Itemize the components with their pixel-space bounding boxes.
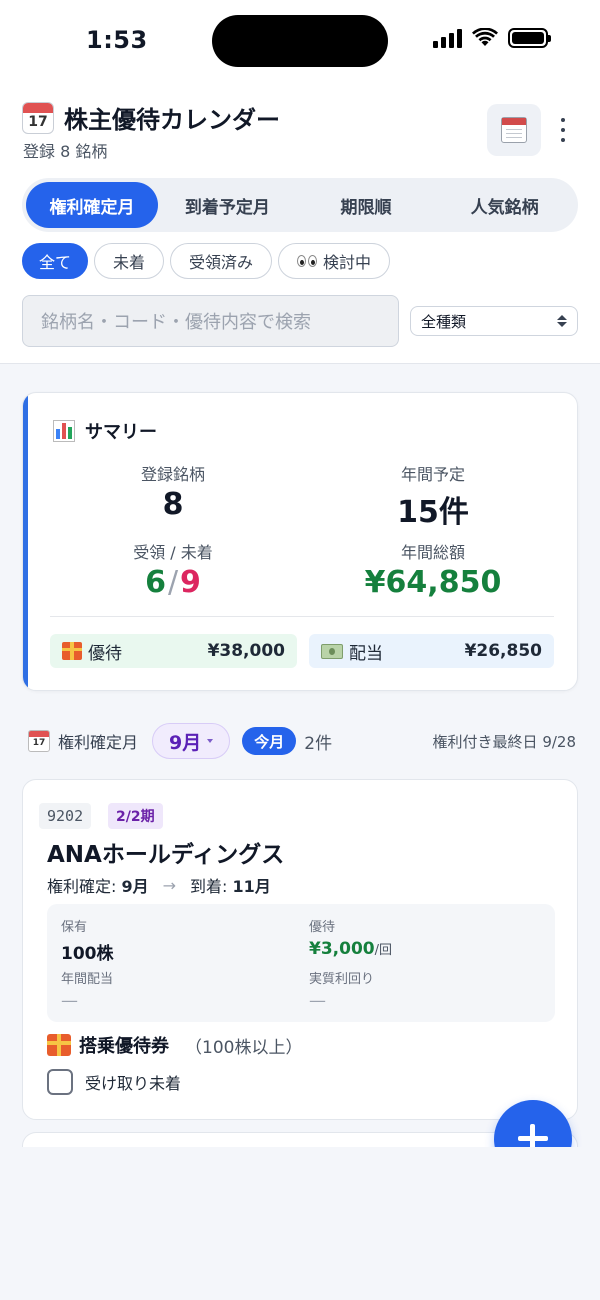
benefit-condition: （100株以上） — [185, 1037, 303, 1058]
annual-dividend-info: 年間配当 — — [61, 972, 114, 1011]
type-select-value: 全種類 — [421, 312, 467, 331]
more-menu-icon[interactable] — [553, 118, 573, 142]
tab-record-month[interactable]: 権利確定月 — [26, 182, 158, 228]
stock-card[interactable]: 9202 2/2期 ANAホールディングス 権利確定: 9月 → 到着: 11月… — [22, 779, 578, 1120]
this-month-button[interactable]: 今月 — [242, 727, 297, 755]
filter-received[interactable]: 受領済み — [170, 243, 273, 279]
stock-info: 保有 100株 優待 ¥3,000/回 年間配当 — 実質利回り — — [47, 904, 555, 1022]
select-chevron-icon — [557, 315, 567, 327]
stat-registered: 登録銘柄 8 — [140, 465, 205, 522]
money-bill-icon — [321, 643, 343, 659]
month-count: 2件 — [304, 733, 333, 754]
yutai-total: 優待 ¥38,000 — [50, 634, 297, 668]
search-input[interactable]: 銘柄名・コード・優待内容で検索 — [22, 295, 399, 347]
wifi-icon — [472, 28, 498, 46]
status-bar: 1:53 — [0, 0, 600, 82]
stat-annual: 年間予定 15件 — [397, 465, 469, 530]
calendar-icon: 17 — [28, 730, 50, 752]
summary-title: サマリー — [53, 418, 157, 444]
tab-popular[interactable]: 人気銘柄 — [435, 182, 574, 228]
calendar-view-button[interactable] — [487, 104, 541, 156]
benefit-row: 搭乗優待券 （100株以上） — [47, 1032, 302, 1058]
benefit-name: 搭乗優待券 — [79, 1036, 169, 1057]
signal-icon — [433, 28, 462, 48]
status-filters: 全て 未着 受領済み 検討中 — [22, 243, 391, 279]
received-count: 6 — [145, 565, 166, 600]
last-rights-day: 権利付き最終日 9/28 — [432, 732, 576, 751]
received-toggle[interactable]: 受け取り未着 — [47, 1069, 181, 1095]
empty-area — [0, 1147, 600, 1300]
stock-dates: 権利確定: 9月 → 到着: 11月 — [47, 875, 271, 897]
bar-chart-icon — [53, 420, 75, 442]
status-time: 1:53 — [86, 26, 148, 54]
app-header: 17 株主優待カレンダー 登録 8 銘柄 権利確定月 到着予定月 期限順 人気銘… — [0, 82, 600, 364]
title-row: 17 株主優待カレンダー — [22, 100, 280, 135]
stat-total: 年間総額 ¥64,850 — [364, 543, 502, 600]
yield-info: 実質利回り — — [309, 972, 375, 1011]
stock-name: ANAホールディングス — [47, 842, 285, 868]
dividend-total: 配当 ¥26,850 — [309, 634, 554, 668]
calendar-icon: 17 — [22, 101, 54, 134]
eyes-icon — [297, 255, 318, 267]
view-tabs: 権利確定月 到着予定月 期限順 人気銘柄 — [22, 178, 578, 232]
summary-divider — [50, 616, 554, 617]
tab-arrival-month[interactable]: 到着予定月 — [158, 182, 297, 228]
pending-count: 9 — [180, 565, 201, 600]
type-select[interactable]: 全種類 — [410, 306, 578, 336]
gift-icon — [62, 642, 82, 660]
benefit-info: 優待 ¥3,000/回 — [309, 920, 392, 959]
received-checkbox[interactable] — [47, 1069, 73, 1095]
gift-icon — [47, 1034, 71, 1056]
stock-code: 9202 — [39, 803, 92, 829]
month-select[interactable]: 9月 — [152, 723, 231, 759]
filter-all[interactable]: 全て — [22, 243, 89, 279]
month-header: 17 権利確定月 9月 今月 2件 権利付き最終日 9/28 — [28, 722, 576, 760]
period-badge: 2/2期 — [108, 803, 163, 829]
filter-considering[interactable]: 検討中 — [278, 243, 391, 279]
status-icons — [433, 28, 551, 48]
arrow-right-icon: → — [162, 875, 177, 895]
holding-info: 保有 100株 — [61, 920, 114, 964]
battery-icon — [508, 28, 551, 48]
app-title: 株主優待カレンダー — [64, 106, 280, 134]
registered-count: 登録 8 銘柄 — [23, 142, 108, 161]
dynamic-island — [212, 15, 388, 67]
summary-card: サマリー 登録銘柄 8 年間予定 15件 受領 / 未着 6/9 年間総額 ¥6… — [22, 392, 578, 691]
spiral-calendar-icon — [501, 117, 527, 143]
month-section-label: 権利確定月 — [58, 733, 139, 752]
filter-not-received[interactable]: 未着 — [94, 243, 165, 279]
tab-deadline[interactable]: 期限順 — [297, 182, 436, 228]
chevron-down-icon — [207, 739, 214, 743]
stat-received: 受領 / 未着 6/9 — [133, 543, 213, 600]
